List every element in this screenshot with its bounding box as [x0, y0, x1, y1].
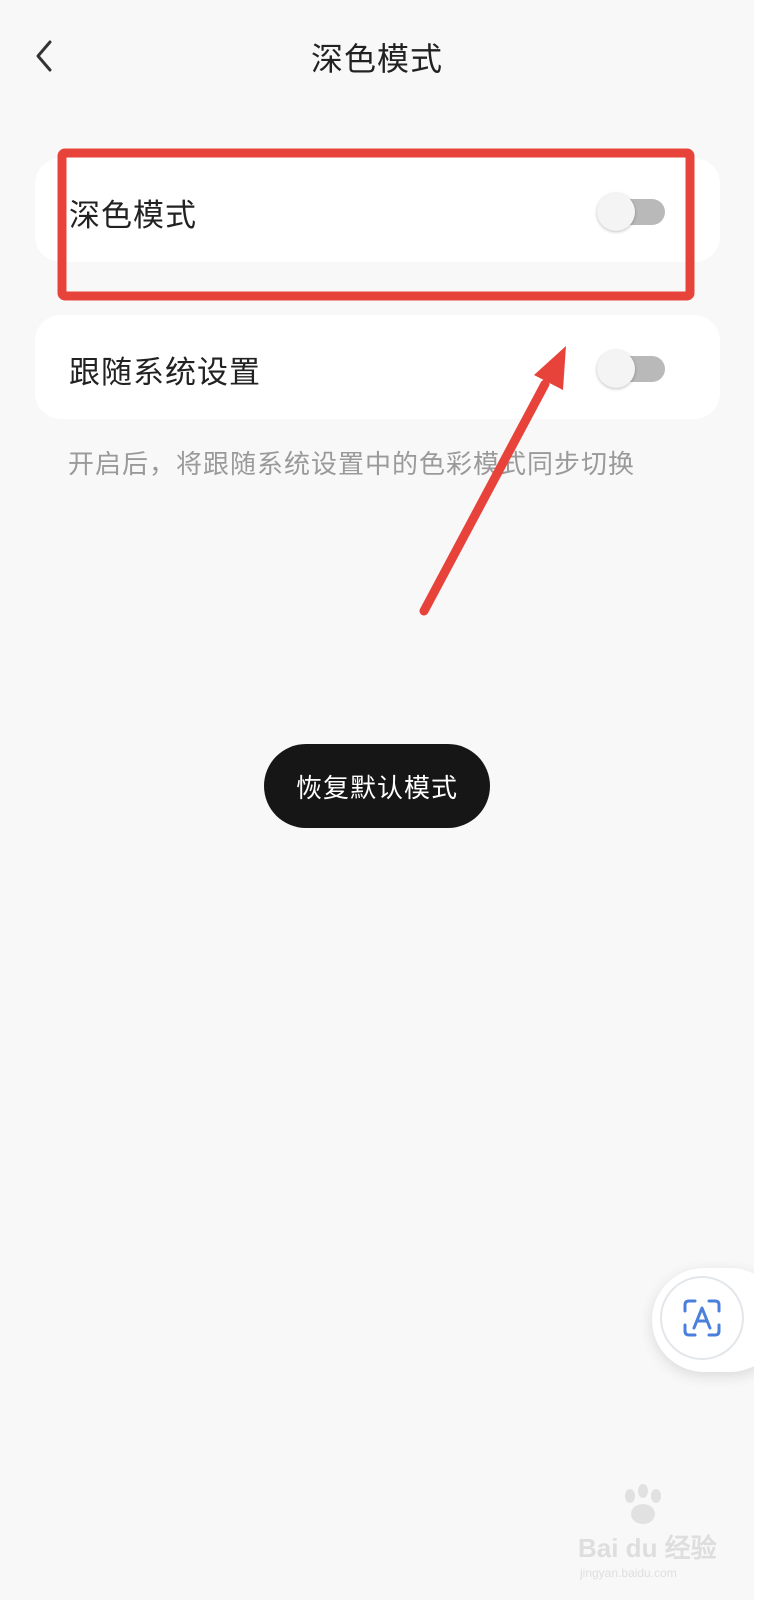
watermark-url: jingyan.baidu.com: [580, 1566, 677, 1580]
page-title: 深色模式: [310, 40, 443, 78]
floating-text-scan-button[interactable]: [652, 1268, 754, 1372]
follow-system-toggle[interactable]: [597, 350, 665, 388]
hint-text: 开启后，将跟随系统设置中的色彩模式同步切换: [68, 450, 636, 480]
follow-system-label: 跟随系统设置: [69, 355, 261, 391]
nav-bar: 深色模式: [0, 0, 754, 110]
dark-mode-toggle[interactable]: [597, 193, 665, 231]
toggle-knob: [597, 350, 635, 388]
toggle-knob: [597, 193, 635, 231]
float-inner-ring: [660, 1276, 744, 1360]
baidu-watermark: Bai du 经验 jingyan.baidu.com: [578, 1484, 738, 1584]
text-scan-icon: [683, 1299, 721, 1337]
dark-mode-row[interactable]: 深色模式: [35, 158, 720, 262]
screen: 深色模式 深色模式 跟随系统设置 开启后，将跟随系统设置中的色彩模式同步切换 恢…: [0, 0, 754, 1600]
dark-mode-label: 深色模式: [69, 198, 197, 234]
follow-system-row[interactable]: 跟随系统设置: [35, 315, 720, 419]
restore-default-button[interactable]: 恢复默认模式: [264, 744, 490, 828]
watermark-brand: Bai du 经验: [578, 1533, 717, 1563]
paw-icon: [625, 1484, 661, 1524]
